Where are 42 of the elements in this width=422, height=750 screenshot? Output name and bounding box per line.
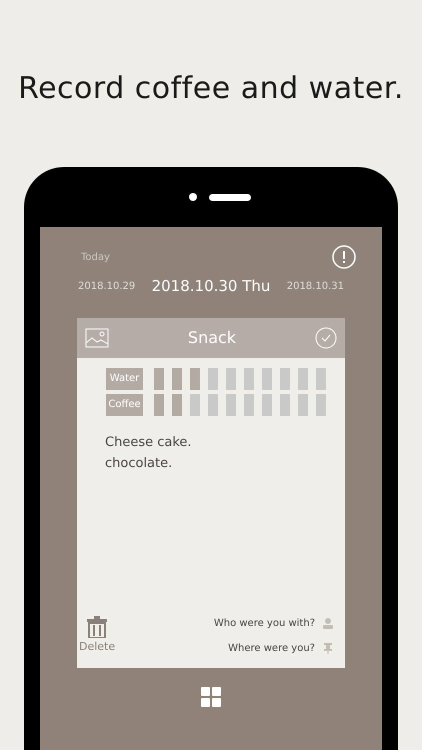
cup-toggle[interactable] [154,368,164,390]
location-prompt[interactable]: Where were you? [228,640,315,656]
cup-toggle[interactable] [208,394,218,416]
cup-toggle[interactable] [316,368,326,390]
cup-toggle[interactable] [280,368,290,390]
cup-toggle[interactable] [226,368,236,390]
current-date: 2018.10.30 Thu [152,276,270,297]
cup-toggle[interactable] [226,394,236,416]
speaker-icon [209,194,251,200]
cup-toggle[interactable] [172,368,182,390]
cup-toggle[interactable] [262,368,272,390]
cup-toggle[interactable] [154,394,164,416]
person-icon[interactable] [323,618,333,628]
cup-toggle[interactable] [208,368,218,390]
next-date[interactable]: 2018.10.31 [286,278,344,294]
delete-button[interactable]: Delete [79,616,116,656]
info-icon[interactable] [332,245,356,269]
cup-toggle[interactable] [244,368,254,390]
companion-prompt[interactable]: Who were you with? [214,616,315,630]
tracker-label: Coffee [106,394,143,416]
note-line: chocolate. [105,454,174,472]
card-title: Snack [188,326,236,348]
tracker-label: Water [106,368,143,390]
cup-toggle[interactable] [190,394,200,416]
cup-toggle[interactable] [190,368,200,390]
cup-toggle[interactable] [262,394,272,416]
cup-toggle[interactable] [316,394,326,416]
camera-icon [189,193,197,201]
previous-date[interactable]: 2018.10.29 [78,278,136,294]
cup-toggle[interactable] [280,394,290,416]
cup-toggle[interactable] [172,394,182,416]
pin-icon[interactable] [323,642,333,654]
cup-toggle[interactable] [298,394,308,416]
image-icon[interactable] [85,328,109,348]
check-icon[interactable] [314,326,337,348]
cup-toggle[interactable] [244,394,254,416]
headline: Record coffee and water. [18,70,404,108]
note-line: Cheese cake. [105,434,193,452]
grid-menu-icon[interactable] [201,686,221,706]
cup-toggle[interactable] [298,368,308,390]
today-label[interactable]: Today [81,250,110,264]
trash-icon [87,616,108,638]
